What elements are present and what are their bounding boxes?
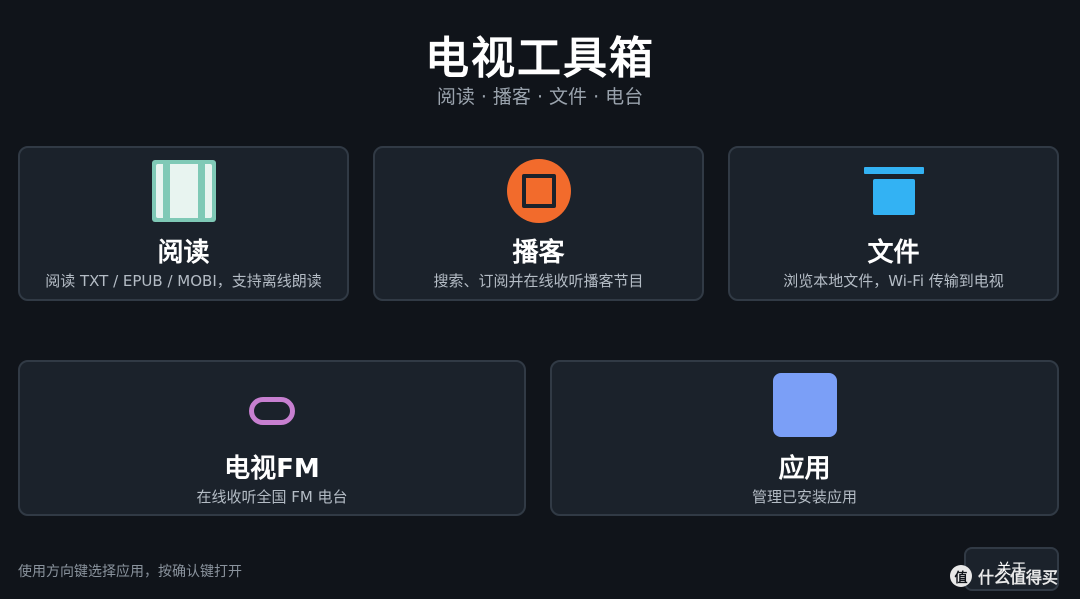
watermark-logo-icon: 值 (950, 565, 972, 587)
files-card-description: 浏览本地文件，Wi-Fi 传输到电视 (783, 272, 1004, 290)
watermark-text: 什么值得买 (978, 568, 1059, 587)
watermark: 值 什么值得买 (950, 562, 1058, 590)
read-card[interactable]: 阅读 阅读 TXT / EPUB / MOBI，支持离线朗读 (18, 146, 349, 301)
podcast-card-description: 搜索、订阅并在线收听播客节目 (433, 272, 644, 290)
page-subtitle: 阅读 · 播客 · 文件 · 电台 (436, 86, 644, 108)
apps-icon (772, 373, 837, 437)
page-title: 电视工具箱 (425, 33, 655, 84)
files-card-title: 文件 (867, 238, 920, 268)
podcast-card[interactable]: 播客 搜索、订阅并在线收听播客节目 (373, 146, 704, 301)
apps-card-description: 管理已安装应用 (751, 488, 857, 506)
read-card-description: 阅读 TXT / EPUB / MOBI，支持离线朗读 (45, 272, 322, 290)
book-icon (151, 160, 216, 222)
folder-icon (863, 167, 924, 217)
fm-card[interactable]: 电视FM 在线收听全国 FM 电台 (18, 360, 526, 516)
apps-card[interactable]: 应用 管理已安装应用 (550, 360, 1059, 516)
navigation-hint: 使用方向键选择应用，按确认键打开 (18, 564, 242, 580)
fm-card-title: 电视FM (224, 454, 320, 484)
apps-card-title: 应用 (778, 454, 831, 484)
tv-toolbox-home: 电视工具箱 阅读 · 播客 · 文件 · 电台 阅读 阅读 TXT / EPUB… (0, 0, 1080, 599)
podcast-icon (506, 159, 571, 223)
files-card[interactable]: 文件 浏览本地文件，Wi-Fi 传输到电视 (728, 146, 1059, 301)
podcast-card-title: 播客 (512, 238, 565, 268)
fm-card-description: 在线收听全国 FM 电台 (196, 488, 348, 506)
read-card-title: 阅读 (157, 238, 210, 268)
radio-icon (249, 397, 295, 425)
